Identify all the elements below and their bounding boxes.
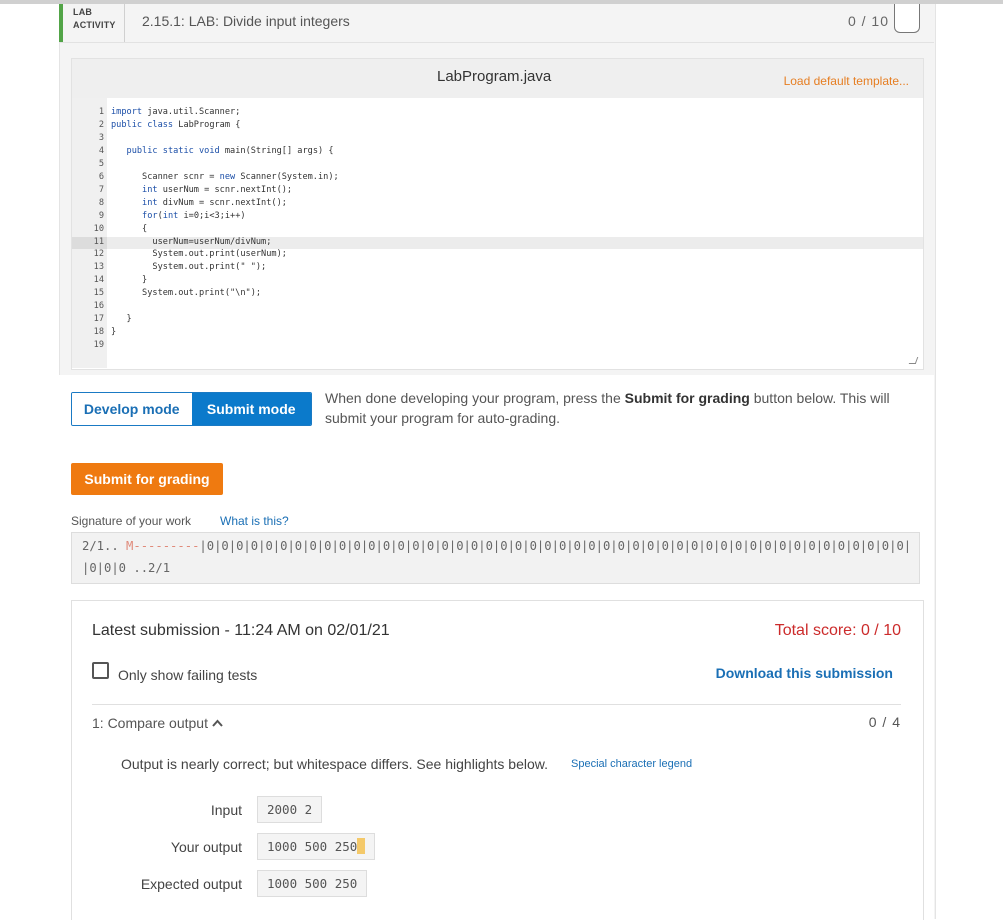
your-output-text: 1000 500 250 bbox=[267, 839, 358, 854]
code-line[interactable]: for(int i=0;i<3;i++) bbox=[111, 210, 246, 223]
code-line[interactable]: } bbox=[111, 274, 147, 287]
code-line[interactable]: System.out.print("\n"); bbox=[111, 287, 261, 300]
lab-header: LAB ACTIVITY 2.15.1: LAB: Divide input i… bbox=[59, 4, 934, 43]
line-number: 11 bbox=[93, 236, 104, 247]
signature-prefix: 2/1.. bbox=[82, 539, 127, 553]
mode-toggle[interactable]: Develop mode Submit mode bbox=[71, 392, 312, 426]
signature-body: |0|0|0|0|0|0|0|0|0|0|0|0|0|0|0|0|0|0|0|0… bbox=[199, 539, 909, 553]
code-line[interactable]: { bbox=[111, 223, 147, 236]
signature-label: Signature of your work bbox=[71, 514, 192, 528]
mode-desc-text-1: When done developing your program, press… bbox=[325, 390, 625, 406]
latest-submission: Latest submission - 11:24 AM on 02/01/21 bbox=[92, 622, 390, 639]
line-number: 9 bbox=[98, 210, 104, 221]
your-output-label: Your output bbox=[170, 839, 242, 855]
special-character-legend-link[interactable]: Special character legend bbox=[571, 758, 692, 770]
expected-output-label: Expected output bbox=[140, 876, 242, 892]
download-submission-link[interactable]: Download this submission bbox=[716, 665, 893, 681]
chevron-up-icon[interactable] bbox=[212, 719, 223, 727]
code-line[interactable]: int userNum = scnr.nextInt(); bbox=[111, 184, 292, 197]
submit-mode-button[interactable]: Submit mode bbox=[191, 393, 311, 425]
test-case-toggle[interactable]: 1: Compare output bbox=[92, 715, 223, 731]
tag-line-1: LAB bbox=[73, 7, 93, 17]
only-failing-label[interactable]: Only show failing tests bbox=[118, 667, 257, 683]
signature-line-2: |0|0|0 ..2/1 bbox=[82, 561, 171, 575]
code-line[interactable]: import java.util.Scanner; bbox=[111, 106, 240, 119]
line-number: 8 bbox=[98, 197, 104, 208]
lab-activity-tag: LAB ACTIVITY bbox=[59, 4, 125, 42]
line-number: 14 bbox=[93, 275, 104, 286]
signature-marker: M--------- bbox=[126, 539, 200, 553]
test-case-score: 0 / 4 bbox=[868, 714, 901, 730]
line-number: 19 bbox=[93, 340, 104, 351]
test-case-title[interactable]: 1: Compare output bbox=[92, 715, 208, 731]
line-number: 17 bbox=[93, 314, 104, 325]
code-line[interactable]: } bbox=[111, 313, 132, 326]
input-label: Input bbox=[210, 802, 242, 818]
signature-box: 2/1.. M---------|0|0|0|0|0|0|0|0|0|0|0|0… bbox=[71, 532, 920, 584]
line-number: 12 bbox=[93, 249, 104, 260]
code-line[interactable]: } bbox=[111, 326, 116, 339]
code-line[interactable]: int divNum = scnr.nextInt(); bbox=[111, 197, 287, 210]
line-number: 2 bbox=[98, 119, 104, 130]
line-number: 16 bbox=[93, 301, 104, 312]
code-line[interactable]: public static void main(String[] args) { bbox=[111, 145, 334, 158]
expected-output-value: 1000 500 250 bbox=[257, 870, 368, 897]
resize-handle-icon[interactable] bbox=[908, 357, 919, 364]
line-number: 1 bbox=[98, 107, 104, 117]
test-feedback: Output is nearly correct; but whitespace… bbox=[121, 756, 548, 772]
line-number: 10 bbox=[93, 223, 104, 234]
total-score: Total score: 0 / 10 bbox=[774, 622, 901, 639]
code-line[interactable]: Scanner scnr = new Scanner(System.in); bbox=[111, 171, 339, 184]
file-name: LabProgram.java bbox=[437, 68, 552, 85]
mode-description: When done developing your program, press… bbox=[325, 388, 915, 428]
line-number: 18 bbox=[93, 327, 104, 338]
divider bbox=[92, 704, 901, 705]
whitespace-highlight bbox=[357, 838, 366, 854]
only-failing-checkbox[interactable] bbox=[92, 662, 109, 679]
score-badge-icon bbox=[894, 4, 920, 33]
line-number: 7 bbox=[98, 184, 104, 195]
mode-desc-bold: Submit for grading bbox=[624, 390, 750, 406]
lab-score: 0 / 10 bbox=[847, 13, 889, 29]
lab-title: 2.15.1: LAB: Divide input integers bbox=[142, 13, 350, 29]
develop-mode-button[interactable]: Develop mode bbox=[72, 393, 192, 425]
code-line[interactable]: System.out.print(userNum); bbox=[111, 248, 287, 261]
your-output-value: 1000 500 250 bbox=[257, 833, 376, 860]
load-default-template-link[interactable]: Load default template... bbox=[784, 74, 909, 88]
input-value: 2000 2 bbox=[257, 796, 323, 823]
code-editor[interactable]: LabProgram.java Load default template...… bbox=[71, 58, 924, 370]
line-number: 6 bbox=[98, 171, 104, 182]
line-number: 13 bbox=[93, 262, 104, 273]
code-line[interactable]: public class LabProgram { bbox=[111, 119, 240, 132]
line-number: 4 bbox=[98, 145, 104, 156]
editor-toolbar: LabProgram.java Load default template... bbox=[72, 59, 923, 98]
signature-line-1: 2/1.. M---------|0|0|0|0|0|0|0|0|0|0|0|0… bbox=[82, 535, 909, 557]
line-number: 5 bbox=[98, 158, 104, 169]
code-line[interactable]: System.out.print(" "); bbox=[111, 261, 266, 274]
code-line[interactable]: userNum=userNum/divNum; bbox=[111, 236, 271, 249]
submit-for-grading-button[interactable]: Submit for grading bbox=[71, 463, 223, 495]
line-number: 15 bbox=[93, 288, 104, 299]
what-is-this-link[interactable]: What is this? bbox=[220, 514, 289, 528]
tag-line-2: ACTIVITY bbox=[73, 20, 116, 30]
line-number: 3 bbox=[98, 132, 104, 143]
